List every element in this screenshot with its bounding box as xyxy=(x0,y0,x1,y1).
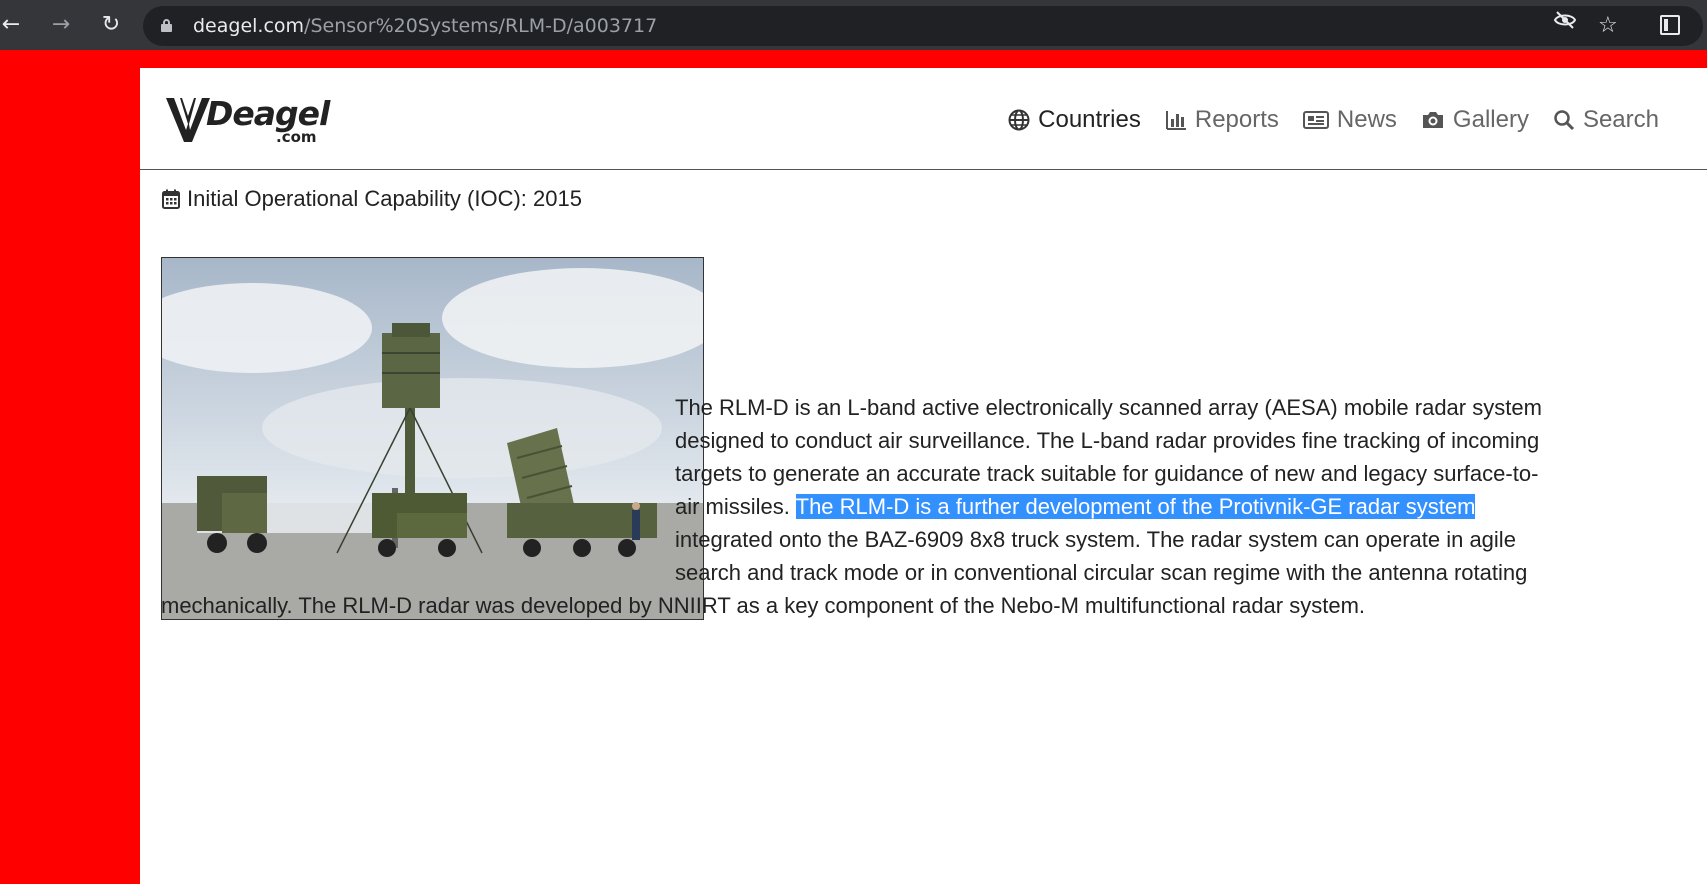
description-line-2: designed to conduct air surveillance. Th… xyxy=(675,428,1540,453)
nav-label: News xyxy=(1336,106,1397,133)
description-line-7: mechanically. The RLM-D radar was develo… xyxy=(161,593,1366,618)
back-arrow-icon[interactable]: ← xyxy=(0,10,26,40)
radar-vehicle-image xyxy=(162,258,703,619)
nav-news[interactable]: News xyxy=(1302,106,1397,134)
reload-icon[interactable]: ↻ xyxy=(96,10,126,40)
main-nav: Countries Reports News Gallery Search xyxy=(1008,106,1659,134)
url-text[interactable]: deagel.com/Sensor%20Systems/RLM-D/a00371… xyxy=(193,6,657,46)
radar-photo[interactable] xyxy=(161,257,704,620)
logo-suffix: .com xyxy=(276,128,317,146)
description-line-3: targets to generate an accurate track su… xyxy=(675,461,1539,486)
site-logo[interactable]: Deagel .com xyxy=(164,94,330,150)
address-bar[interactable]: deagel.com/Sensor%20Systems/RLM-D/a00371… xyxy=(143,6,1703,46)
url-path: /Sensor%20Systems/RLM-D/a003717 xyxy=(304,15,658,37)
site-header: Deagel .com Countries Reports News Galle… xyxy=(140,68,1707,170)
description-line-6: search and track mode or in conventional… xyxy=(675,560,1528,585)
calendar-icon xyxy=(162,189,180,209)
description-text: air missiles. xyxy=(675,494,796,519)
nav-search[interactable]: Search xyxy=(1553,106,1659,134)
browser-toolbar: ← → ↻ deagel.com/Sensor%20Systems/RLM-D/… xyxy=(0,0,1707,50)
ioc-line: Initial Operational Capability (IOC): 20… xyxy=(162,186,582,212)
nav-reports[interactable]: Reports xyxy=(1165,106,1279,134)
search-icon xyxy=(1554,110,1575,131)
eye-off-icon[interactable] xyxy=(1553,6,1577,46)
description-line-5: integrated onto the BAZ-6909 8x8 truck s… xyxy=(675,527,1516,552)
side-panel-icon[interactable] xyxy=(1660,15,1680,35)
description-line-1: The RLM-D is an L-band active electronic… xyxy=(675,395,1542,420)
lock-icon[interactable] xyxy=(161,19,172,32)
nav-countries[interactable]: Countries xyxy=(1008,106,1141,134)
selected-text[interactable]: The RLM-D is a further development of th… xyxy=(795,494,1476,519)
forward-arrow-icon[interactable]: → xyxy=(46,10,76,40)
logo-mark-icon xyxy=(166,98,210,142)
url-host: deagel.com xyxy=(193,15,305,37)
page-content: Deagel .com Countries Reports News Galle… xyxy=(140,68,1707,884)
ioc-text: Initial Operational Capability (IOC): 20… xyxy=(187,186,582,211)
nav-label: Search xyxy=(1582,106,1659,133)
nav-gallery[interactable]: Gallery xyxy=(1421,106,1529,134)
camera-icon xyxy=(1422,112,1443,128)
newspaper-icon xyxy=(1302,111,1329,129)
description-line-4: air missiles. The RLM-D is a further dev… xyxy=(675,489,1476,525)
globe-icon xyxy=(1008,109,1030,131)
nav-label: Countries xyxy=(1038,106,1141,133)
nav-label: Reports xyxy=(1194,106,1279,133)
bookmark-star-icon[interactable]: ☆ xyxy=(1598,6,1618,46)
bar-chart-icon xyxy=(1165,111,1186,130)
nav-label: Gallery xyxy=(1452,106,1529,133)
